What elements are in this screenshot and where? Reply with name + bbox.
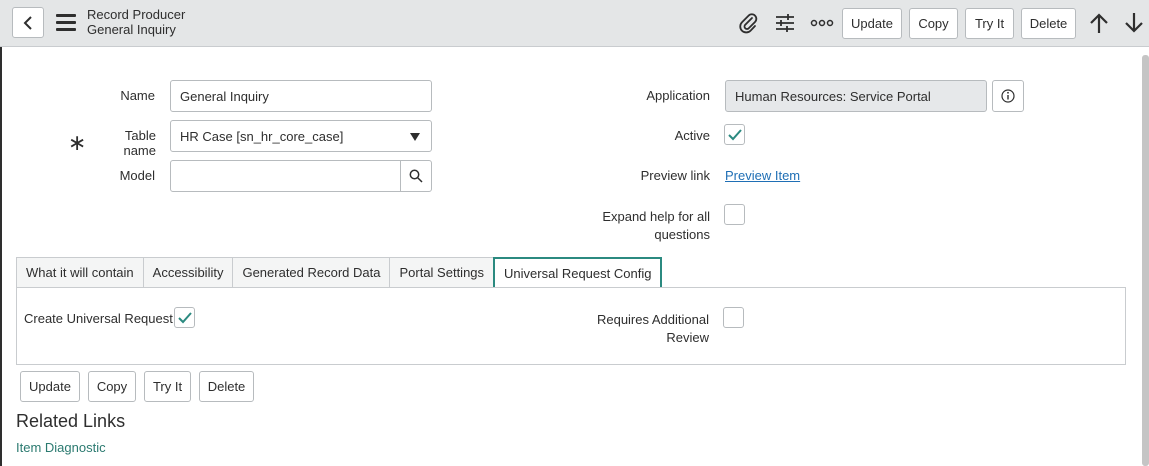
footer-delete-button[interactable]: Delete	[199, 371, 254, 402]
header-copy-button[interactable]: Copy	[909, 8, 958, 39]
page-title: Record Producer	[87, 7, 186, 22]
requires-review-checkbox[interactable]	[723, 307, 744, 328]
header-delete-button[interactable]: Delete	[1021, 8, 1076, 39]
header-try-it-button[interactable]: Try It	[965, 8, 1014, 39]
page-subtitle: General Inquiry	[87, 22, 176, 37]
expand-help-checkbox[interactable]	[724, 204, 745, 225]
scrollbar[interactable]	[1142, 55, 1149, 466]
expand-help-label: Expand help for all questions	[590, 208, 710, 244]
footer-update-button[interactable]: Update	[20, 371, 80, 402]
tab-what-it-will-contain[interactable]: What it will contain	[16, 257, 143, 288]
table-name-label-wrap: ∗ Table name	[68, 128, 156, 158]
info-icon	[1001, 89, 1015, 103]
required-asterisk-icon: ∗	[68, 130, 87, 155]
item-diagnostic-link[interactable]: Item Diagnostic	[16, 440, 106, 455]
application-info-button[interactable]	[992, 80, 1024, 112]
active-label: Active	[674, 128, 710, 143]
form-header: Record Producer General Inquiry Update C…	[0, 0, 1149, 47]
chevron-left-icon	[23, 15, 32, 30]
expand-help-label-line2: questions	[654, 227, 710, 242]
requires-review-label: Requires Additional Review	[589, 311, 709, 347]
more-options-icon[interactable]	[810, 11, 834, 35]
dropdown-arrow-icon	[410, 133, 420, 141]
checkmark-icon	[177, 311, 192, 323]
create-universal-request-checkbox[interactable]	[174, 307, 195, 328]
section-tabs: What it will contain Accessibility Gener…	[16, 257, 663, 288]
expand-help-label-line1: Expand help for all	[602, 209, 710, 224]
table-name-label: Table name	[123, 128, 156, 158]
model-search-button[interactable]	[400, 160, 432, 192]
hamburger-menu-icon[interactable]	[56, 14, 76, 32]
name-input[interactable]: General Inquiry	[170, 80, 432, 112]
table-name-select[interactable]: HR Case [sn_hr_core_case]	[170, 120, 432, 152]
active-checkbox[interactable]	[724, 124, 745, 145]
header-update-button[interactable]: Update	[842, 8, 902, 39]
search-icon	[409, 169, 423, 183]
preview-link-label: Preview link	[640, 168, 710, 183]
tab-generated-record-data[interactable]: Generated Record Data	[232, 257, 390, 288]
application-label: Application	[646, 88, 710, 103]
tab-accessibility[interactable]: Accessibility	[142, 257, 233, 288]
arrow-down-icon[interactable]	[1122, 11, 1146, 35]
table-name-value: HR Case [sn_hr_core_case]	[180, 128, 344, 144]
arrow-up-icon[interactable]	[1087, 11, 1111, 35]
tab-panel-universal-request-config: Create Universal Request Requires Additi…	[16, 287, 1126, 365]
left-edge-border	[0, 47, 2, 466]
footer-copy-button[interactable]: Copy	[88, 371, 136, 402]
requires-review-label-line2: Review	[666, 330, 709, 345]
settings-sliders-icon[interactable]	[773, 11, 797, 35]
preview-item-link[interactable]: Preview Item	[725, 168, 800, 183]
checkmark-icon	[727, 128, 742, 140]
footer-try-it-button[interactable]: Try It	[144, 371, 191, 402]
requires-review-label-line1: Requires Additional	[596, 312, 709, 327]
name-label: Name	[120, 88, 155, 103]
application-field: Human Resources: Service Portal	[725, 80, 987, 112]
tab-universal-request-config[interactable]: Universal Request Config	[493, 257, 663, 288]
model-input[interactable]	[170, 160, 401, 192]
attachment-icon[interactable]	[736, 11, 760, 35]
create-universal-request-label: Create Universal Request	[24, 311, 173, 326]
tab-portal-settings[interactable]: Portal Settings	[389, 257, 494, 288]
back-button[interactable]	[12, 7, 44, 38]
model-label: Model	[119, 168, 155, 183]
related-links-title: Related Links	[16, 411, 126, 431]
header-title-block: Record Producer General Inquiry	[87, 7, 185, 37]
